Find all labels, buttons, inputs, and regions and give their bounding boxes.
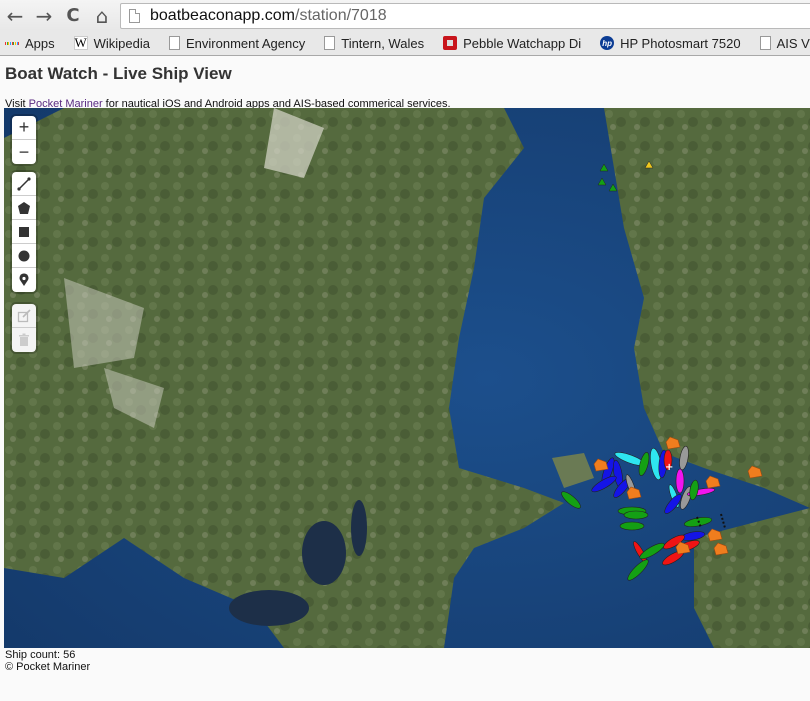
marker-icon xyxy=(19,273,29,286)
bookmark-label: Wikipedia xyxy=(93,35,150,51)
edit-layers-button[interactable] xyxy=(12,304,36,328)
bookmark-label: AIS VDM & xyxy=(776,35,810,51)
pebble-icon xyxy=(443,36,458,50)
ship-marker[interactable] xyxy=(619,521,645,531)
apps-grid-icon xyxy=(4,36,20,50)
edit-icon xyxy=(17,308,31,322)
ship-marker-triangle[interactable] xyxy=(599,163,609,172)
rectangle-icon xyxy=(19,226,29,237)
edit-toolbar xyxy=(12,304,36,352)
ship-marker[interactable] xyxy=(688,479,699,501)
url-host: boatbeaconapp.com xyxy=(150,6,295,24)
reload-icon: C xyxy=(66,5,80,26)
page-title: Boat Watch - Live Ship View xyxy=(5,64,232,83)
stationary-vessel-marker[interactable] xyxy=(747,465,763,479)
delete-layers-button[interactable] xyxy=(12,328,36,352)
bookmark-environment-agency[interactable]: Environment Agency xyxy=(169,36,305,51)
draw-circle-button[interactable] xyxy=(12,244,36,268)
polygon-icon xyxy=(18,201,30,214)
bookmark-label: Tintern, Wales xyxy=(341,35,425,51)
ship-map[interactable]: + + − xyxy=(4,108,810,648)
draw-polyline-button[interactable] xyxy=(12,172,36,196)
bookmark-label: HP Photosmart 7520 xyxy=(620,35,741,51)
draw-rectangle-button[interactable] xyxy=(12,220,36,244)
home-button[interactable]: ⌂ xyxy=(91,3,113,28)
map-footer: Ship count: 56 © Pocket Mariner xyxy=(5,649,90,673)
forward-arrow-icon: → xyxy=(35,3,53,28)
ship-markers-layer: + xyxy=(559,160,763,582)
stationary-vessel-marker[interactable] xyxy=(705,475,721,489)
bookmark-hp-photosmart[interactable]: hp HP Photosmart 7520 xyxy=(600,35,741,51)
bookmark-label: Apps xyxy=(25,35,55,51)
page-icon xyxy=(129,8,140,23)
ship-count: Ship count: 56 xyxy=(5,649,76,661)
zoom-in-button[interactable]: + xyxy=(12,116,36,140)
document-icon xyxy=(759,36,771,50)
back-arrow-icon: ← xyxy=(6,3,24,28)
stationary-vessel-marker[interactable] xyxy=(593,458,609,472)
ship-marker-triangle[interactable] xyxy=(597,177,607,186)
browser-toolbar: ← → C ⌂ boatbeaconapp.com/station/7018 xyxy=(0,0,810,31)
draw-polygon-button[interactable] xyxy=(12,196,36,220)
bookmark-label: Environment Agency xyxy=(186,35,306,51)
draw-marker-button[interactable] xyxy=(12,268,36,292)
bookmarks-bar: Apps W Wikipedia Environment Agency Tint… xyxy=(0,31,810,56)
bookmark-label: Pebble Watchapp Di xyxy=(463,35,582,51)
wikipedia-icon: W xyxy=(73,35,88,50)
plus-icon: + xyxy=(18,117,30,137)
document-icon xyxy=(169,36,180,50)
ship-marker-triangle[interactable] xyxy=(644,160,654,169)
stationary-vessel-marker[interactable] xyxy=(665,436,681,450)
ship-marker-triangle[interactable] xyxy=(608,183,618,192)
bookmark-pebble-watchapp[interactable]: Pebble Watchapp Di xyxy=(443,36,581,51)
reload-button[interactable]: C xyxy=(62,5,84,27)
bookmark-ais-vdm[interactable]: AIS VDM & xyxy=(759,35,810,51)
forward-button[interactable]: → xyxy=(33,3,55,28)
ship-track xyxy=(720,513,726,529)
trash-icon xyxy=(19,333,29,346)
home-icon: ⌂ xyxy=(95,3,109,28)
bookmark-tintern-wales[interactable]: Tintern, Wales xyxy=(324,36,424,51)
zoom-out-button[interactable]: − xyxy=(12,140,36,164)
ship-marker[interactable] xyxy=(675,468,685,494)
circle-icon xyxy=(18,250,30,261)
stationary-vessel-marker[interactable] xyxy=(707,528,723,542)
minus-icon: − xyxy=(18,141,30,162)
address-bar[interactable]: boatbeaconapp.com/station/7018 xyxy=(120,2,810,29)
document-icon xyxy=(324,36,336,50)
bookmark-apps[interactable]: Apps xyxy=(4,35,55,51)
ship-marker[interactable] xyxy=(625,557,650,582)
ship-marker[interactable] xyxy=(678,445,690,471)
ship-marker[interactable] xyxy=(623,510,649,520)
draw-toolbar xyxy=(12,172,36,292)
zoom-control: + − xyxy=(12,116,36,164)
back-button[interactable]: ← xyxy=(4,3,26,28)
cross-icon: + xyxy=(665,462,673,473)
stationary-vessel-marker[interactable] xyxy=(713,542,729,556)
copyright: © Pocket Mariner xyxy=(5,661,91,673)
bookmark-wikipedia[interactable]: W Wikipedia xyxy=(73,35,150,51)
hp-icon: hp xyxy=(600,36,615,50)
ship-marker[interactable] xyxy=(559,489,583,511)
polyline-icon xyxy=(17,176,31,191)
url-path: /station/7018 xyxy=(295,6,387,24)
